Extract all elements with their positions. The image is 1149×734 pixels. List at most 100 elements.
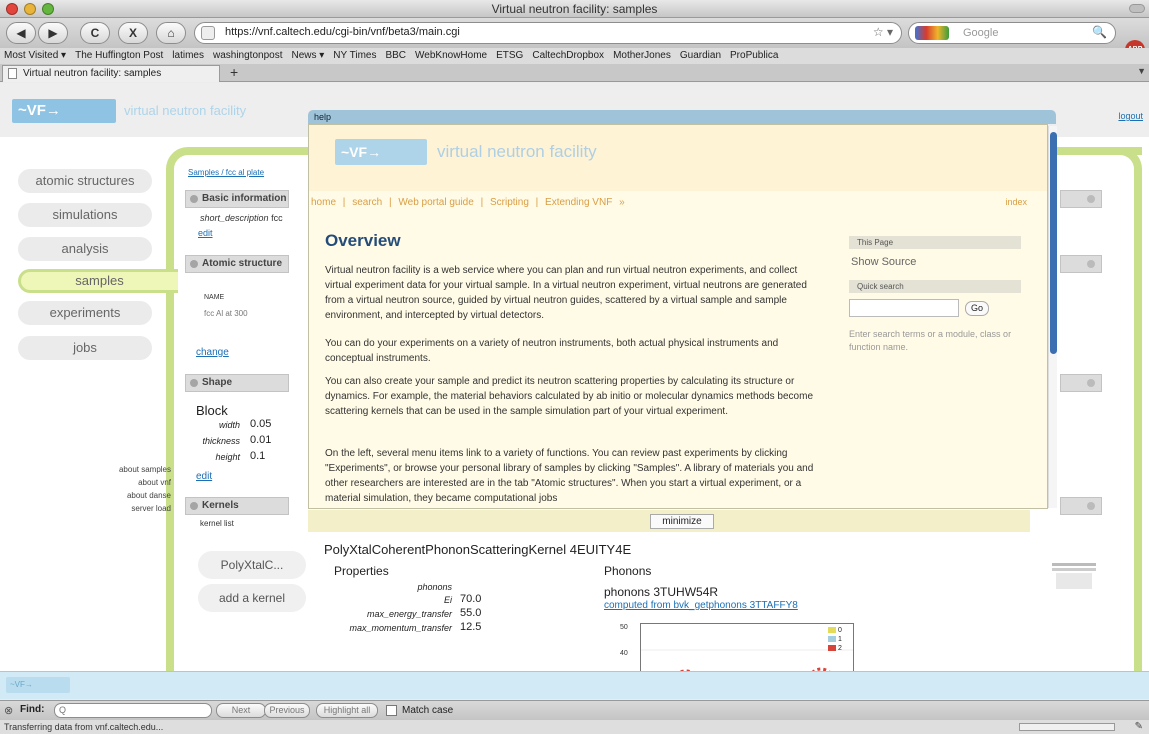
link-about-danse[interactable]: about danse [127,491,171,500]
edit-shape-link[interactable]: edit [196,471,212,482]
home-button[interactable]: ⌂ [156,22,186,44]
bookmark-latimes[interactable]: latimes [172,48,204,64]
help-paragraph: Virtual neutron facility is a web servic… [325,265,807,321]
help-nav-more[interactable]: » [619,197,625,208]
stop-button[interactable]: X [118,22,148,44]
help-nav-extending-vnf[interactable]: Extending VNF [545,197,612,208]
collapse-icon[interactable] [1087,502,1095,510]
close-find-icon[interactable]: ⊗ [4,704,13,717]
edit-basic-link[interactable]: edit [198,228,213,238]
highlight-all-button[interactable]: Highlight all [316,703,378,718]
link-about-vnf[interactable]: about vnf [138,478,171,487]
help-paragraph: On the left, several menu items link to … [325,448,814,504]
find-input[interactable]: Q [54,703,212,718]
toolbar-toggle-button[interactable] [1129,4,1145,13]
match-case-checkbox[interactable] [386,705,397,716]
bookmark-caltechdropbox[interactable]: CaltechDropbox [532,48,604,64]
quick-search-header: Quick search [849,280,1021,293]
help-index-link[interactable]: index [1005,197,1027,207]
nav-samples[interactable]: samples [18,269,178,293]
structure-name[interactable]: fcc Al at 300 [204,309,248,318]
phonons-source-link[interactable]: computed from bvk_getphonons 3TTAFFY8 [604,600,798,611]
nav-analysis[interactable]: analysis [18,237,152,261]
vnf-logo[interactable]: ~VF→ [12,99,116,123]
dim-value-height: 0.1 [250,450,266,462]
link-server-load[interactable]: server load [131,504,171,513]
bookmark-news[interactable]: News ▾ [291,48,324,64]
search-icon[interactable]: 🔍 [1092,25,1107,39]
help-scrollbar[interactable] [1048,126,1057,508]
help-nav-home[interactable]: home [311,197,336,208]
minimize-button[interactable]: minimize [650,514,714,529]
nav-atomic-structures[interactable]: atomic structures [18,169,152,193]
bookmark-motherjones[interactable]: MotherJones [613,48,671,64]
kernel-item-button[interactable]: PolyXtalC... [198,551,306,579]
quick-search-input[interactable] [849,299,959,317]
panel-shape[interactable]: Shape [185,374,289,392]
panel-basic-information[interactable]: Basic information [185,190,289,208]
status-progress-bar [1019,723,1115,731]
y-tick-label: 40 [620,650,628,657]
help-paragraph: You can also create your sample and pred… [325,376,814,417]
new-tab-button[interactable]: + [230,64,238,80]
collapse-icon[interactable] [1087,195,1095,203]
site-identity-icon[interactable] [201,26,215,40]
logout-link[interactable]: logout [1118,111,1143,121]
reload-button[interactable]: C [80,22,110,44]
url-bar[interactable]: https://vnf.caltech.edu/cgi-bin/vnf/beta… [194,22,902,44]
panel-kernels[interactable]: Kernels [185,497,289,515]
help-nav-search[interactable]: search [352,197,382,208]
nav-experiments[interactable]: experiments [18,301,152,325]
breadcrumb[interactable]: Samples / fcc al plate [188,168,264,177]
google-icon[interactable] [915,26,949,40]
tab-list-icon[interactable]: ▼ [1137,66,1146,76]
prop-value-ei: 70.0 [460,593,482,605]
bookmark-bbc[interactable]: BBC [385,48,406,64]
firebug-icon[interactable]: ✎ [1135,720,1143,734]
search-bar[interactable]: Google 🔍 [908,22,1116,44]
nav-simulations[interactable]: simulations [18,203,152,227]
footer-vnf-logo[interactable]: ~VF→ [6,677,70,693]
back-button[interactable]: ◀ [6,22,36,44]
shape-type: Block [196,403,228,418]
navigation-toolbar: ◀ ▶ C X ⌂ https://vnf.caltech.edu/cgi-bi… [0,18,1149,60]
show-source-link[interactable]: Show Source [851,256,916,268]
help-nav-scripting[interactable]: Scripting [490,197,529,208]
forward-button[interactable]: ▶ [38,22,68,44]
help-heading: Overview [325,231,401,250]
bookmark-washingtonpost[interactable]: washingtonpost [213,48,283,64]
bookmark-nytimes[interactable]: NY Times [333,48,376,64]
find-bar: ⊗ Find: Q Next Previous Highlight all Ma… [0,700,1149,720]
bookmark-most-visited[interactable]: Most Visited ▾ [4,48,66,64]
bookmark-etsg[interactable]: ETSG [496,48,523,64]
collapse-icon[interactable] [1087,260,1095,268]
link-about-samples[interactable]: about samples [119,465,171,474]
legend-entry-1: 1 [828,636,852,644]
collapse-icon[interactable] [1087,379,1095,387]
status-bar: Transferring data from vnf.caltech.edu..… [0,720,1149,734]
phonons-heading: Phonons [604,564,652,578]
help-window-titlebar[interactable]: help [308,110,1056,124]
nav-jobs[interactable]: jobs [18,336,152,360]
page-footer-bar: ~VF→ [0,671,1149,699]
quick-search-go-button[interactable]: Go [965,301,989,316]
tab-vnf-samples[interactable]: Virtual neutron facility: samples [2,65,220,82]
bookmark-star-icon[interactable]: ☆ ▾ [873,25,893,39]
help-scroll-thumb[interactable] [1050,132,1057,354]
help-vnf-logo[interactable]: ~VF→ [335,139,427,165]
bookmark-propublica[interactable]: ProPublica [730,48,778,64]
help-nav-web-portal-guide[interactable]: Web portal guide [398,197,473,208]
bookmark-huffington[interactable]: The Huffington Post [75,48,163,64]
change-structure-link[interactable]: change [196,347,229,358]
dim-value-width: 0.05 [250,418,272,430]
window-title: Virtual neutron facility: samples [491,2,658,16]
bookmark-guardian[interactable]: Guardian [680,48,721,64]
panel-atomic-structure[interactable]: Atomic structure [185,255,289,273]
bookmark-webknowhome[interactable]: WebKnowHome [415,48,487,64]
field-label: short_description [200,213,269,223]
find-next-button[interactable]: Next [216,703,266,718]
add-kernel-button[interactable]: add a kernel [198,584,306,612]
find-previous-button[interactable]: Previous [264,703,310,718]
kernel-list-label: kernel list [200,519,234,528]
kernel-title: PolyXtalCoherentPhononScatteringKernel 4… [324,542,632,557]
